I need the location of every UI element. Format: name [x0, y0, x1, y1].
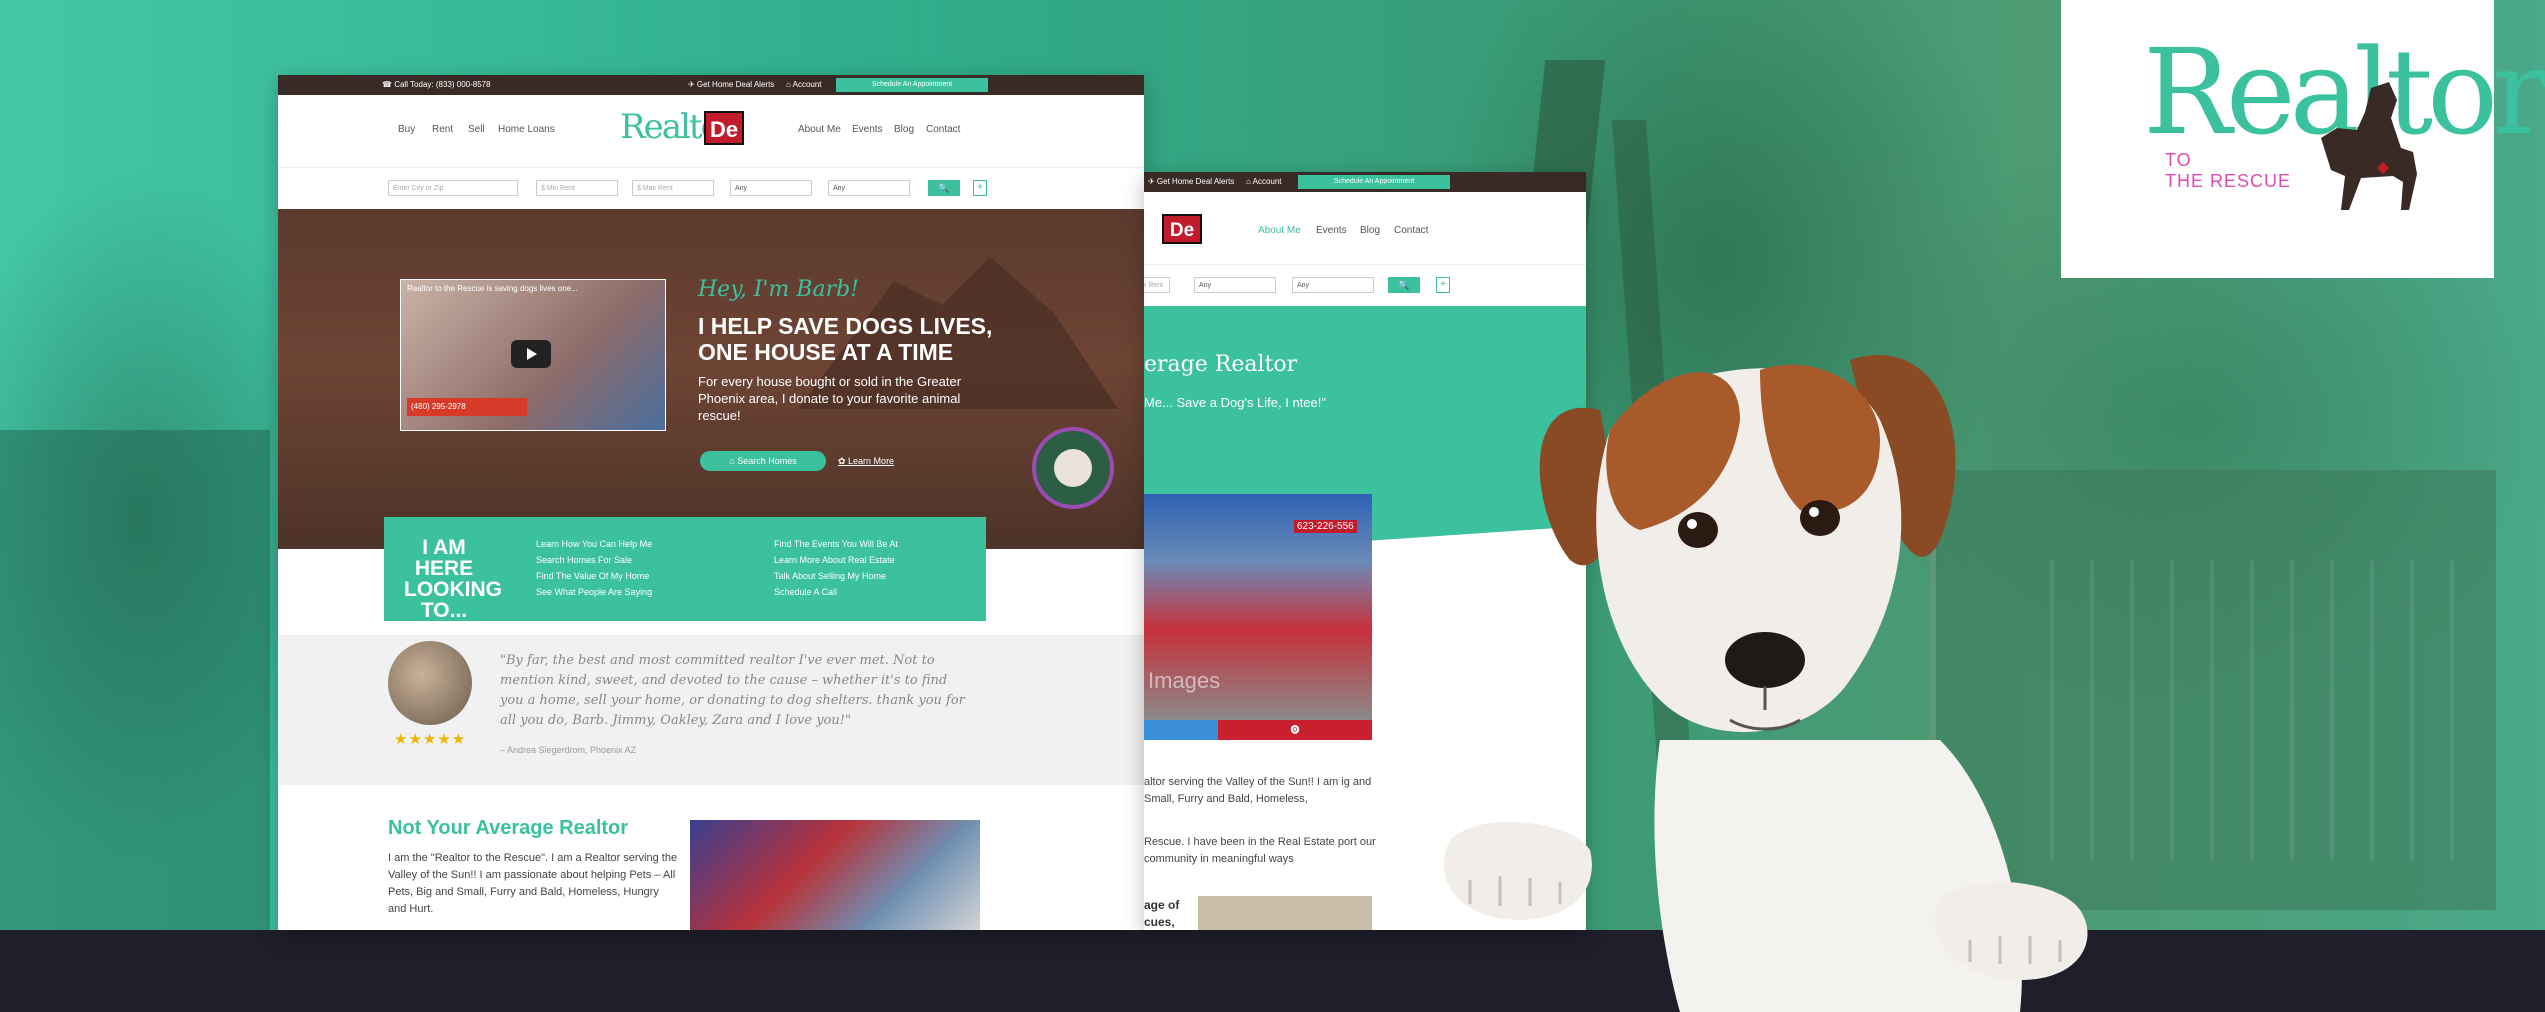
- testimonial-section: ★★★★★ "By far, the best and most committ…: [278, 635, 1144, 785]
- about-text-2: Rescue. I have been in the Real Estate p…: [1144, 836, 1376, 865]
- website-mockup-home: ☎ Call Today: (833) 000-8578 ✈ Get Home …: [278, 75, 1144, 930]
- nav-contact[interactable]: Contact: [926, 124, 960, 135]
- looking-to-box: I AM HERE LOOKING TO... Learn How You Ca…: [384, 517, 986, 621]
- logo-de-badge: De: [704, 111, 744, 145]
- search-bar: Enter City or Zip $ Min Rent $ Max Rent …: [278, 168, 1144, 211]
- hero-paragraph: For every house bought or sold in the Gr…: [698, 374, 962, 423]
- photo-phone-sign: 623-226-556: [1294, 520, 1357, 533]
- looking-item[interactable]: Search Homes For Sale: [536, 555, 632, 565]
- beds-select[interactable]: Any: [730, 180, 812, 196]
- about-text-1: altor serving the Valley of the Sun!! I …: [1144, 776, 1372, 805]
- max-rent-input[interactable]: ax Rent: [1144, 277, 1170, 293]
- schedule-appointment-button[interactable]: Schedule An Appointment: [1298, 175, 1450, 189]
- share-twitter-button[interactable]: [1144, 720, 1218, 740]
- brand-logo-tagline: TO THE RESCUE: [2165, 150, 2291, 192]
- nav-rent[interactable]: Rent: [432, 124, 453, 135]
- jack-russell-dog-photo: [1443, 354, 2088, 1012]
- about-bold-text: age of cues,: [1144, 898, 1180, 929]
- min-rent-input[interactable]: $ Min Rent: [536, 180, 618, 196]
- brand-logo-card: Realtor TO THE RESCUE: [2061, 0, 2545, 278]
- looking-item[interactable]: Find The Value Of My Home: [536, 571, 649, 581]
- looking-item[interactable]: Find The Events You Will Be At: [774, 539, 898, 549]
- beds-select[interactable]: Any: [1194, 277, 1276, 293]
- looking-item[interactable]: Schedule A Call: [774, 587, 837, 597]
- logo-de-badge[interactable]: De: [1162, 214, 1202, 244]
- about-heading: Not Your Average Realtor: [388, 817, 629, 839]
- call-link[interactable]: ☎ Call Today: (833) 000-8578: [382, 80, 491, 89]
- hero-headline: I HELP SAVE DOGS LIVES, ONE HOUSE AT A T…: [698, 313, 993, 365]
- account-link[interactable]: ⌂ Account: [1246, 177, 1282, 186]
- schedule-appointment-button[interactable]: Schedule An Appointment: [836, 78, 988, 92]
- baths-select[interactable]: Any: [1292, 277, 1374, 293]
- nav-about-me[interactable]: About Me: [798, 124, 841, 135]
- nav-contact[interactable]: Contact: [1394, 225, 1428, 236]
- nav-sell[interactable]: Sell: [468, 124, 485, 135]
- event-photo: [690, 820, 980, 930]
- testimonial-quote: "By far, the best and most committed rea…: [500, 653, 965, 728]
- hero-greeting: Hey, I'm Barb!: [698, 277, 860, 302]
- nav-home-loans[interactable]: Home Loans: [498, 124, 555, 135]
- looking-item[interactable]: Learn How You Can Help Me: [536, 539, 652, 549]
- looking-to-heading: I AM HERE LOOKING TO...: [404, 536, 502, 622]
- search-button[interactable]: 🔍: [928, 180, 960, 196]
- about-hero-paragraph: Me... Save a Dog's Life, I ntee!": [1144, 395, 1326, 410]
- top-bar: ☎ Call Today: (833) 000-8578 ✈ Get Home …: [278, 75, 1144, 95]
- testimonial-author: – Andrea Siegerdrom, Phoenix AZ: [500, 745, 637, 755]
- background-house-left: [0, 430, 270, 930]
- account-link[interactable]: ⌂ Account: [786, 80, 822, 89]
- nav-blog[interactable]: Blog: [894, 124, 914, 135]
- main-nav: Buy Rent Sell Home Loans Realtor De Abou…: [278, 95, 1144, 168]
- max-rent-input[interactable]: $ Max Rent: [632, 180, 714, 196]
- hero-section: Realtor to the Rescue is saving dogs liv…: [278, 209, 1144, 549]
- looking-item[interactable]: Talk About Selling My Home: [774, 571, 886, 581]
- rescue-badge-icon: [1032, 427, 1114, 509]
- brand-logo-the-rescue: THE RESCUE: [2165, 171, 2292, 191]
- search-homes-button[interactable]: ⌂ Search Homes: [700, 451, 826, 471]
- video-banner: (480) 295-2978: [407, 398, 527, 416]
- play-icon[interactable]: [511, 340, 551, 368]
- learn-more-link[interactable]: ✿ Learn More: [838, 456, 894, 467]
- event-photo: 623-226-556 Images: [1144, 494, 1372, 720]
- rating-stars-icon: ★★★★★: [394, 731, 467, 748]
- nav-buy[interactable]: Buy: [398, 124, 415, 135]
- dog-silhouette-icon: [2321, 82, 2417, 210]
- looking-item[interactable]: See What People Are Saying: [536, 587, 652, 597]
- avatar: [388, 641, 472, 725]
- top-bar: ✈ Get Home Deal Alerts ⌂ Account Schedul…: [1144, 172, 1586, 192]
- looking-item[interactable]: Learn More About Real Estate: [774, 555, 895, 565]
- nav-blog[interactable]: Blog: [1360, 225, 1380, 236]
- share-bar: ⓿: [1144, 720, 1372, 740]
- nav-events[interactable]: Events: [1316, 225, 1347, 236]
- site-logo[interactable]: Realtor De: [620, 105, 750, 155]
- baths-select[interactable]: Any: [828, 180, 910, 196]
- city-zip-input[interactable]: Enter City or Zip: [388, 180, 518, 196]
- more-filters-button[interactable]: +: [973, 180, 987, 196]
- about-paragraph: I am the "Realtor to the Rescue". I am a…: [388, 852, 678, 915]
- deal-alerts-link[interactable]: ✈ Get Home Deal Alerts: [688, 80, 774, 89]
- main-nav: De About Me Events Blog Contact: [1144, 192, 1586, 265]
- brand-logo-to: TO: [2165, 150, 2192, 170]
- photo-watermark: Images: [1148, 668, 1221, 693]
- about-image: [1198, 896, 1372, 930]
- video-title: Realtor to the Rescue is saving dogs liv…: [407, 284, 578, 293]
- nav-events[interactable]: Events: [852, 124, 883, 135]
- deal-alerts-link[interactable]: ✈ Get Home Deal Alerts: [1148, 177, 1234, 186]
- share-pinterest-button[interactable]: ⓿: [1218, 720, 1372, 740]
- nav-about-me[interactable]: About Me: [1258, 225, 1301, 236]
- video-player[interactable]: Realtor to the Rescue is saving dogs liv…: [400, 279, 666, 431]
- about-hero-heading: erage Realtor: [1144, 352, 1298, 377]
